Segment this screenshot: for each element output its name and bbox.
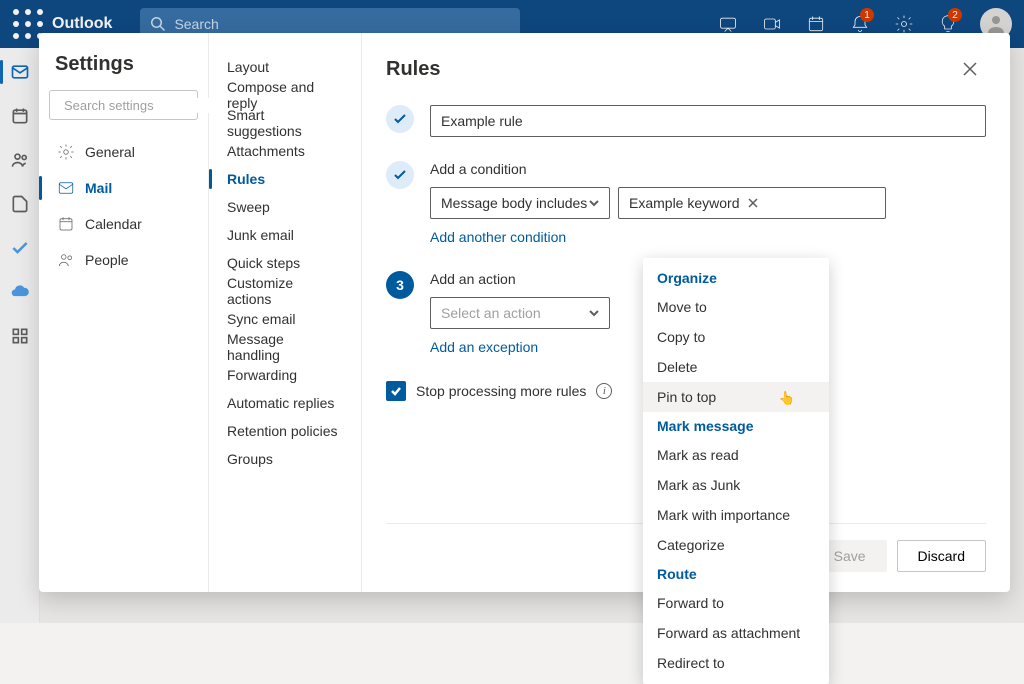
action-select[interactable]: Select an action [430,297,610,329]
dropdown-item-mark-importance[interactable]: Mark with importance [643,500,829,530]
sub-forwarding[interactable]: Forwarding [209,361,357,389]
sub-smart-suggestions[interactable]: Smart suggestions [209,109,357,137]
sub-auto-replies[interactable]: Automatic replies [209,389,357,417]
settings-categories: Settings General Mail Calendar People [39,33,209,592]
category-mail[interactable]: Mail [49,170,198,206]
dropdown-item-mark-junk[interactable]: Mark as Junk [643,470,829,500]
calendar-icon [57,215,75,233]
sub-sweep[interactable]: Sweep [209,193,357,221]
cursor-icon: 👆 [779,391,795,407]
dropdown-group-header: Route [643,560,829,588]
discard-button[interactable]: Discard [897,540,986,572]
close-icon [963,62,977,76]
dropdown-item-delete[interactable]: Delete [643,352,829,382]
rule-step-name [386,105,986,137]
clear-condition-button[interactable] [748,195,758,211]
step-badge-done [386,105,414,133]
settings-title: Settings [55,53,198,76]
condition-value-field[interactable]: Example keyword [618,187,886,219]
add-condition-link[interactable]: Add another condition [430,229,566,245]
mail-icon [57,179,75,197]
panel-title: Rules [386,58,440,81]
settings-subcategories: Layout Compose and reply Smart suggestio… [209,33,362,592]
category-label: Mail [85,180,112,196]
sub-rules[interactable]: Rules [209,165,357,193]
check-icon [390,385,402,397]
close-icon [748,198,758,208]
sub-compose[interactable]: Compose and reply [209,81,357,109]
condition-type-select[interactable]: Message body includes [430,187,610,219]
category-label: Calendar [85,216,142,232]
sub-customize-actions[interactable]: Customize actions [209,277,357,305]
info-icon[interactable]: i [596,383,612,399]
category-calendar[interactable]: Calendar [49,206,198,242]
check-icon [393,112,407,126]
dropdown-item-categorize[interactable]: Categorize [643,530,829,560]
close-button[interactable] [954,53,986,85]
dropdown-item-redirect-to[interactable]: Redirect to [643,648,829,678]
stop-processing-label: Stop processing more rules [416,383,586,399]
dropdown-item-mark-read[interactable]: Mark as read [643,440,829,470]
sub-retention[interactable]: Retention policies [209,417,357,445]
sub-quick-steps[interactable]: Quick steps [209,249,357,277]
dropdown-item-pin-to-top[interactable]: Pin to top 👆 [643,382,829,412]
category-people[interactable]: People [49,242,198,278]
step-badge-done [386,161,414,189]
condition-value-text: Example keyword [629,195,740,211]
category-label: People [85,252,129,268]
sub-layout[interactable]: Layout [209,53,357,81]
dropdown-item-forward-to[interactable]: Forward to [643,588,829,618]
action-dropdown-menu: Organize Move to Copy to Delete Pin to t… [643,258,829,684]
sub-groups[interactable]: Groups [209,445,357,473]
dropdown-item-label: Pin to top [657,389,716,405]
stop-processing-checkbox[interactable] [386,381,406,401]
step-badge-number: 3 [386,271,414,299]
sub-sync-email[interactable]: Sync email [209,305,357,333]
category-general[interactable]: General [49,134,198,170]
chevron-down-icon [589,198,599,208]
chevron-down-icon [589,308,599,318]
add-exception-link[interactable]: Add an exception [430,339,538,355]
sub-message-handling[interactable]: Message handling [209,333,357,361]
action-placeholder: Select an action [441,305,541,321]
dropdown-group-header: Mark message [643,412,829,440]
condition-type-label: Message body includes [441,195,587,211]
sub-junk[interactable]: Junk email [209,221,357,249]
dropdown-item-move-to[interactable]: Move to [643,292,829,322]
rule-step-condition: Add a condition Message body includes Ex… [386,161,986,247]
category-label: General [85,144,135,160]
settings-modal: Settings General Mail Calendar People La… [39,33,1010,592]
gear-icon [57,143,75,161]
dropdown-item-copy-to[interactable]: Copy to [643,322,829,352]
dropdown-group-header: Organize [643,264,829,292]
check-icon [393,168,407,182]
step-title: Add a condition [430,161,986,177]
sub-attachments[interactable]: Attachments [209,137,357,165]
rule-name-input[interactable] [430,105,986,137]
settings-search[interactable] [49,90,198,120]
people-icon [57,251,75,269]
